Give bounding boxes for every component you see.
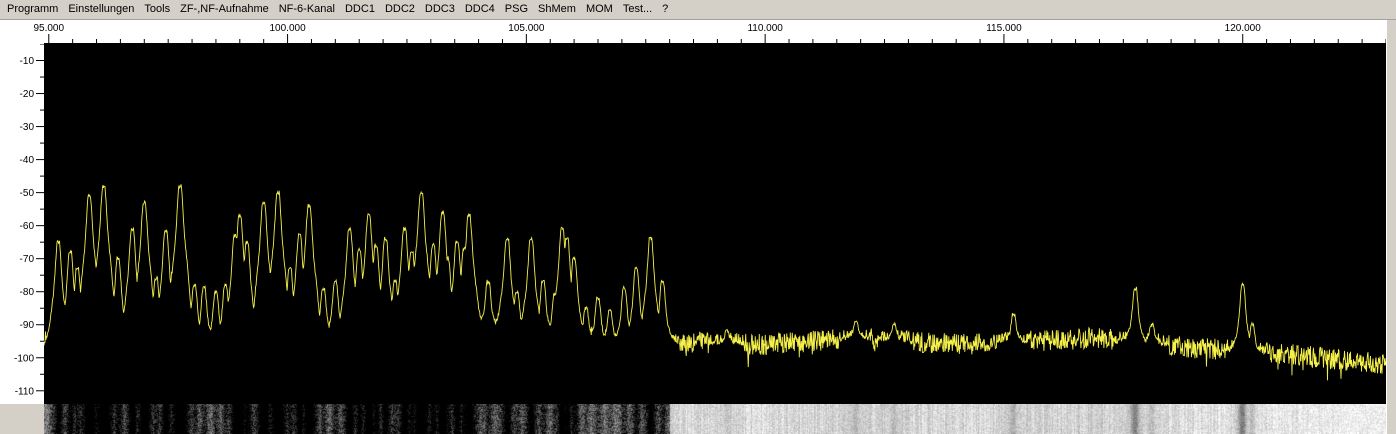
frequency-tick-label: 115.000 (986, 23, 1022, 34)
right-border (1386, 20, 1396, 434)
level-tick-label: -50 (20, 188, 35, 199)
menu-shmem[interactable]: ShMem (533, 0, 581, 19)
frequency-tick-label: 95.000 (33, 23, 64, 34)
frequency-axis: 95.000 100.000 105.000 110.000 115.000 120.00… (0, 20, 1396, 44)
menu-nf-6-kanal[interactable]: NF-6-Kanal (274, 0, 340, 19)
waterfall-display[interactable] (44, 404, 1386, 434)
menu-ddc4[interactable]: DDC4 (460, 0, 500, 19)
level-tick-label: -30 (20, 122, 35, 133)
menu-ddc1[interactable]: DDC1 (340, 0, 380, 19)
menu-zf-nf-aufnahme[interactable]: ZF-,NF-Aufnahme (175, 0, 274, 19)
menu-test[interactable]: Test... (618, 0, 657, 19)
level-tick-label: -80 (20, 287, 35, 298)
level-tick-label: -60 (20, 221, 35, 232)
frequency-axis-bg (0, 20, 1396, 44)
menu-einstellungen[interactable]: Einstellungen (63, 0, 139, 19)
frequency-tick-label: 100.000 (269, 23, 306, 34)
level-tick-label: -70 (20, 254, 35, 265)
frequency-tick-label: 105.000 (508, 23, 545, 34)
menu-mom[interactable]: MOM (581, 0, 618, 19)
level-axis: -10 -20 -30 -40 -50 -60 -70 -80 -90 -100 -110 (0, 44, 44, 404)
menu-help[interactable]: ? (657, 0, 673, 19)
menu-psg[interactable]: PSG (500, 0, 533, 19)
frequency-tick-label: 110.000 (747, 23, 783, 34)
frequency-tick-label: 120.000 (1225, 23, 1262, 34)
menu-programm[interactable]: Programm (0, 0, 63, 19)
menu-bar: Programm Einstellungen Tools ZF-,NF-Aufnahm… (0, 0, 1396, 20)
level-tick-label: -40 (20, 155, 35, 166)
level-tick-label: -10 (20, 56, 35, 67)
menu-ddc2[interactable]: DDC2 (380, 0, 420, 19)
level-tick-label: -20 (20, 89, 35, 100)
spectrum-plot[interactable] (44, 44, 1386, 404)
menu-tools[interactable]: Tools (139, 0, 175, 19)
menu-ddc3[interactable]: DDC3 (420, 0, 460, 19)
level-tick-label: -110 (15, 386, 35, 397)
level-tick-label: -100 (14, 353, 34, 364)
level-tick-label: -90 (20, 320, 35, 331)
